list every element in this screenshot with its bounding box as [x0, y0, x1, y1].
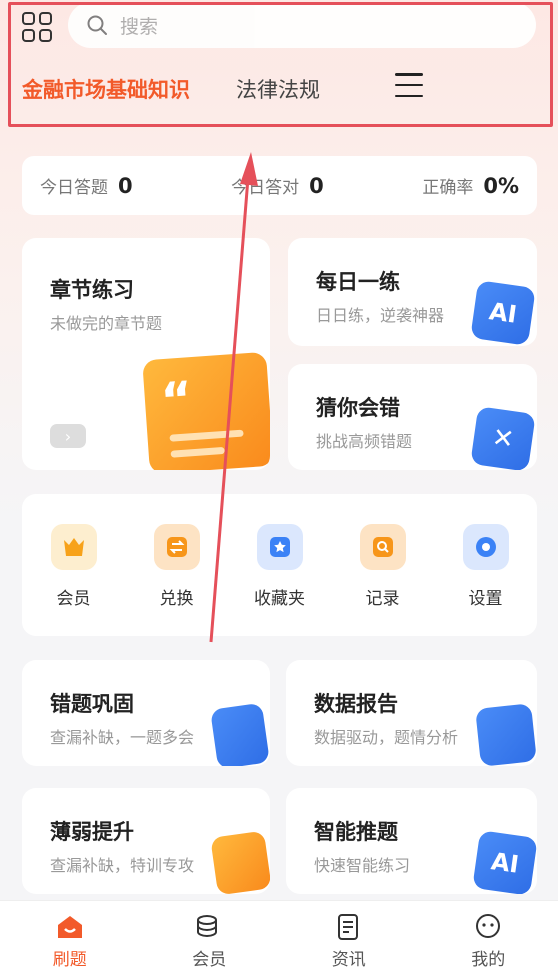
- card-subtitle: 数据驱动，题情分析: [314, 728, 459, 747]
- document-icon: [210, 702, 270, 766]
- smart-recommend-card[interactable]: 智能推题 快速智能练习 AI: [286, 788, 537, 894]
- shortcut-row: 会员 兑换 收藏夹 记录 设置: [22, 494, 537, 636]
- weak-improve-card[interactable]: 薄弱提升 查漏补缺，特训专攻: [22, 788, 270, 894]
- gear-icon: [462, 524, 509, 570]
- stat-value: 0: [118, 174, 133, 198]
- ai-icon: AI: [472, 830, 537, 894]
- menu-icon[interactable]: [395, 73, 423, 97]
- card-subtitle: 快速智能练习: [314, 856, 411, 875]
- shortcut-vip[interactable]: 会员: [39, 524, 109, 636]
- home-practice-icon: [57, 916, 82, 938]
- quote-book-icon: “: [142, 351, 270, 470]
- card-subtitle: 挑战高频错题: [316, 432, 413, 451]
- card-subtitle: 查漏补缺，特训专攻: [50, 856, 195, 875]
- nav-label: 我的: [471, 950, 506, 970]
- stat-label: 正确率: [422, 178, 474, 198]
- guess-wrong-card[interactable]: 猜你会错 挑战高频错题 ✕: [288, 364, 537, 470]
- play-icon: ›: [50, 424, 86, 448]
- today-stats-bar: 今日答题 0 今日答对 0 正确率 0%: [22, 156, 537, 215]
- news-icon: [337, 914, 358, 940]
- crown-icon: [50, 524, 97, 570]
- nav-label: 刷题: [52, 950, 87, 970]
- exchange-icon: [153, 524, 200, 570]
- search-input[interactable]: 搜索: [68, 2, 536, 48]
- card-title: 每日一练: [316, 270, 400, 294]
- nav-label: 资讯: [331, 950, 366, 970]
- trend-up-icon: [210, 830, 270, 894]
- shortcut-label: 兑换: [159, 589, 194, 609]
- pie-chart-icon: [475, 703, 537, 766]
- card-title: 数据报告: [314, 692, 398, 716]
- card-title: 章节练习: [50, 278, 134, 302]
- shortcut-records[interactable]: 记录: [348, 524, 418, 636]
- card-subtitle: 日日练，逆袭神器: [316, 306, 445, 325]
- data-report-card[interactable]: 数据报告 数据驱动，题情分析: [286, 660, 537, 766]
- ai-icon: AI: [470, 280, 536, 346]
- subject-tabs: 金融市场基础知识 法律法规: [22, 70, 366, 108]
- coins-icon: [197, 915, 218, 938]
- nav-news[interactable]: 资讯: [304, 901, 394, 975]
- shortcut-label: 记录: [365, 589, 400, 609]
- daily-practice-card[interactable]: 每日一练 日日练，逆袭神器 AI: [288, 238, 537, 346]
- stat-label: 今日答题: [40, 178, 108, 198]
- apps-grid-icon[interactable]: [22, 12, 52, 42]
- chapter-practice-card[interactable]: 章节练习 未做完的章节题 › “: [22, 238, 270, 470]
- stat-accuracy: 正确率 0%: [422, 173, 519, 198]
- profile-chat-icon: [476, 914, 501, 938]
- wrong-question-icon: ✕: [470, 406, 536, 470]
- shortcut-label: 设置: [468, 589, 503, 609]
- mistakes-card[interactable]: 错题巩固 查漏补缺，一题多会: [22, 660, 270, 766]
- record-search-icon: [359, 524, 406, 570]
- nav-practice[interactable]: 刷题: [25, 901, 115, 975]
- shortcut-label: 收藏夹: [254, 589, 305, 609]
- search-icon: [87, 15, 107, 35]
- card-title: 薄弱提升: [50, 820, 134, 844]
- shortcut-favorites[interactable]: 收藏夹: [245, 524, 315, 636]
- stat-correct: 今日答对 0: [231, 173, 324, 198]
- tab-laws-regulations[interactable]: 法律法规: [236, 74, 320, 104]
- card-title: 错题巩固: [50, 692, 134, 716]
- shortcut-label: 会员: [56, 589, 91, 609]
- bottom-nav: 刷题 会员 资讯 我的: [0, 900, 558, 975]
- shortcut-exchange[interactable]: 兑换: [142, 524, 212, 636]
- top-bar: 搜索 金融市场基础知识 法律法规: [0, 0, 558, 130]
- stat-value: 0: [309, 174, 324, 198]
- nav-mine[interactable]: 我的: [443, 901, 533, 975]
- stat-label: 今日答对: [231, 178, 300, 198]
- nav-vip[interactable]: 会员: [164, 901, 254, 975]
- stat-answered: 今日答题 0: [40, 173, 133, 198]
- card-subtitle: 查漏补缺，一题多会: [50, 728, 195, 747]
- card-title: 猜你会错: [316, 396, 400, 420]
- star-folder-icon: [256, 524, 303, 570]
- stat-value: 0%: [483, 174, 519, 198]
- nav-label: 会员: [192, 950, 227, 970]
- card-title: 智能推题: [314, 820, 398, 844]
- tab-finance-basics[interactable]: 金融市场基础知识: [22, 74, 190, 104]
- card-subtitle: 未做完的章节题: [50, 314, 163, 333]
- search-placeholder: 搜索: [120, 15, 159, 38]
- shortcut-settings[interactable]: 设置: [451, 524, 521, 636]
